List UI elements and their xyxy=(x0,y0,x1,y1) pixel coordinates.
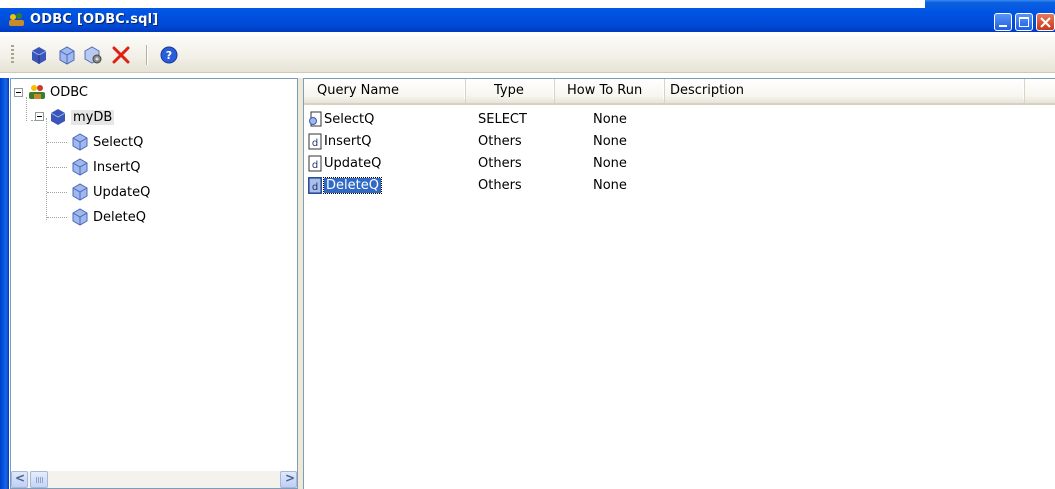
toolbar-grip[interactable] xyxy=(11,45,14,63)
query-how-to-run: None xyxy=(593,111,627,127)
query-name: UpdateQ xyxy=(324,155,382,171)
tree-connector xyxy=(47,192,67,193)
query-name: DeleteQ xyxy=(323,176,382,194)
close-icon xyxy=(1040,17,1051,28)
help-button[interactable]: ? xyxy=(158,44,180,66)
svg-text:d: d xyxy=(312,160,318,171)
query-cube-icon xyxy=(72,158,88,176)
action-query-icon: d xyxy=(308,155,322,171)
svg-text:d: d xyxy=(312,182,318,193)
query-type: SELECT xyxy=(478,111,527,127)
tree-node-label: myDB xyxy=(71,109,115,125)
scroll-left-arrow-icon: < xyxy=(15,471,26,485)
tree-node-deleteq[interactable]: DeleteQ xyxy=(71,207,146,227)
tree-node-selectq[interactable]: SelectQ xyxy=(71,132,143,152)
close-button[interactable] xyxy=(1036,13,1055,31)
tree-connector xyxy=(46,118,47,220)
list-header: Query Name Type How To Run Description xyxy=(304,79,1055,105)
tree-connector xyxy=(26,97,27,121)
tree-node-label: ODBC xyxy=(50,84,89,100)
table-row[interactable]: d InsertQ Others None xyxy=(308,130,695,152)
scroll-left-button[interactable]: < xyxy=(11,471,28,488)
title-bar[interactable]: ODBC [ODBC.sql] xyxy=(0,0,1055,32)
tree-node-updateq[interactable]: UpdateQ xyxy=(71,182,150,202)
minimize-button[interactable] xyxy=(994,13,1012,31)
query-how-to-run: None xyxy=(593,133,627,149)
database-icon xyxy=(31,47,47,64)
new-database-button[interactable] xyxy=(28,44,50,66)
query-list-view[interactable]: Query Name Type How To Run Description S… xyxy=(303,78,1055,489)
column-header-type[interactable]: Type xyxy=(466,79,555,103)
column-header-filler xyxy=(1025,79,1055,103)
delete-button[interactable] xyxy=(110,44,132,66)
tree-connector xyxy=(47,142,67,143)
window-title: ODBC [ODBC.sql] xyxy=(30,12,159,27)
tree-node-label: SelectQ xyxy=(93,134,144,150)
select-query-icon xyxy=(309,111,322,126)
table-row[interactable]: SelectQ SELECT None xyxy=(308,108,695,130)
collapse-mydb-toggle[interactable] xyxy=(35,112,44,121)
tree-node-insertq[interactable]: InsertQ xyxy=(71,157,141,177)
query-name-cell: SelectQ xyxy=(308,111,470,128)
column-header-how-to-run[interactable]: How To Run xyxy=(555,79,665,103)
query-how-to-run: None xyxy=(593,177,627,193)
query-how-to-run: None xyxy=(593,155,627,171)
query-properties-button[interactable] xyxy=(82,44,104,66)
scroll-thumb[interactable] xyxy=(30,471,48,488)
tree-view[interactable]: ODBC myDB SelectQ InsertQ UpdateQ Delete… xyxy=(10,78,298,489)
help-icon: ? xyxy=(160,46,178,64)
column-header-query-name[interactable]: Query Name xyxy=(304,79,466,103)
tree-connector xyxy=(47,217,67,218)
query-name: InsertQ xyxy=(324,133,372,149)
maximize-button[interactable] xyxy=(1015,13,1033,31)
tree-node-label: DeleteQ xyxy=(93,209,146,225)
tree-node-label: InsertQ xyxy=(93,159,141,175)
query-type: Others xyxy=(478,133,522,149)
collapse-odbc-toggle[interactable] xyxy=(14,88,23,97)
query-settings-icon xyxy=(84,46,102,64)
tree-node-odbc[interactable]: ODBC xyxy=(28,82,88,102)
title-bar-blank-area xyxy=(0,0,925,8)
toolbar: ? xyxy=(0,36,1055,73)
odbc-people-icon xyxy=(29,85,45,99)
delete-x-icon xyxy=(112,46,130,64)
query-name: SelectQ xyxy=(324,111,375,127)
query-cube-icon xyxy=(59,46,75,65)
query-cube-icon xyxy=(72,133,88,151)
toolbar-separator xyxy=(146,45,147,65)
action-query-icon: d xyxy=(308,176,322,194)
action-query-icon: d xyxy=(308,133,322,149)
table-row[interactable]: d UpdateQ Others None xyxy=(308,152,695,174)
query-cube-icon xyxy=(72,183,88,201)
app-icon xyxy=(9,13,24,26)
query-name-cell: d InsertQ xyxy=(308,133,470,150)
query-name-cell: d DeleteQ xyxy=(308,176,470,194)
table-row[interactable]: d DeleteQ Others None xyxy=(308,174,695,196)
svg-text:?: ? xyxy=(166,49,172,62)
scroll-right-button[interactable]: > xyxy=(280,471,297,488)
window-left-border xyxy=(0,78,9,489)
scroll-right-arrow-icon: > xyxy=(285,471,296,485)
svg-text:d: d xyxy=(312,138,318,149)
query-type: Others xyxy=(478,177,522,193)
database-icon xyxy=(50,109,66,125)
query-type: Others xyxy=(478,155,522,171)
tree-node-label: UpdateQ xyxy=(93,184,151,200)
tree-horizontal-scrollbar[interactable]: < > xyxy=(11,471,297,488)
new-query-button[interactable] xyxy=(56,44,78,66)
query-name-cell: d UpdateQ xyxy=(308,155,470,172)
column-header-description[interactable]: Description xyxy=(665,79,1025,103)
tree-connector xyxy=(47,167,67,168)
tree-node-mydb[interactable]: myDB xyxy=(49,107,115,127)
query-cube-icon xyxy=(72,208,88,226)
